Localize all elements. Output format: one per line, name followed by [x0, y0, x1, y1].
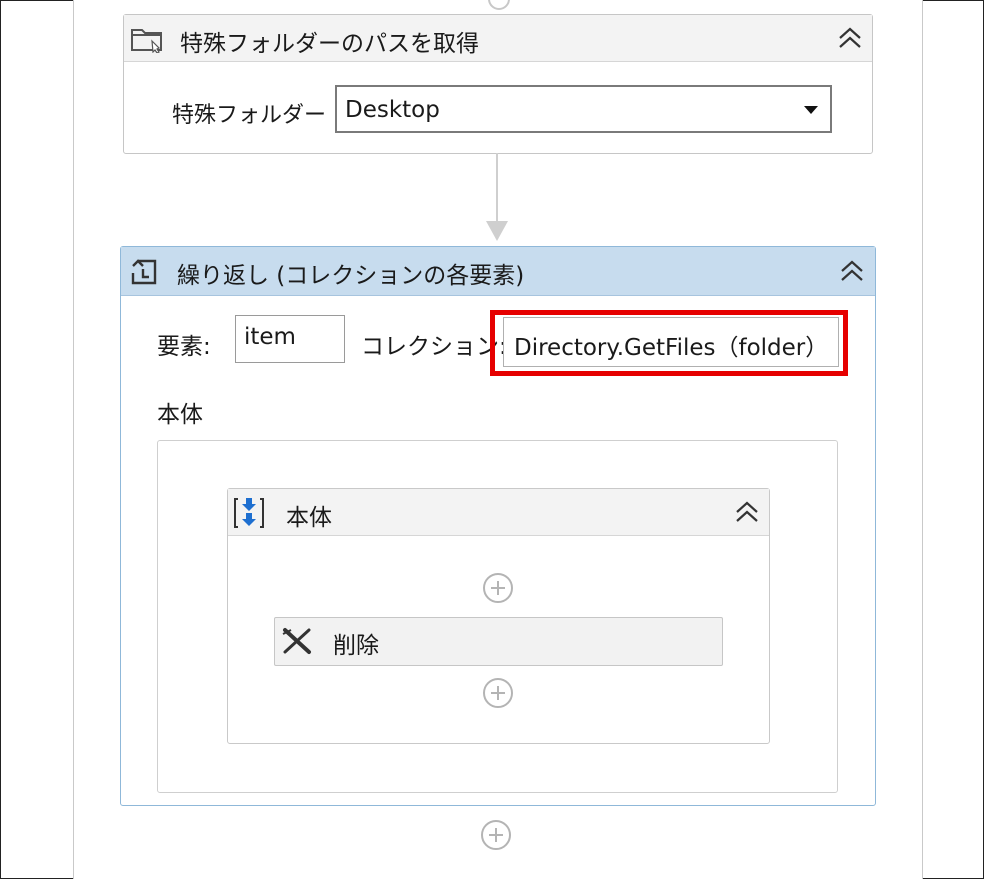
sequence-activity[interactable]: 本体 削除: [227, 488, 770, 744]
element-input[interactable]: item: [235, 315, 345, 363]
special-folder-dropdown[interactable]: Desktop: [335, 85, 832, 133]
add-activity-icon[interactable]: [483, 678, 513, 708]
body-label: 本体: [157, 402, 203, 428]
collapse-icon[interactable]: [837, 25, 863, 51]
loop-icon: [129, 257, 159, 291]
collection-label: コレクション:: [361, 334, 507, 360]
special-folder-label: 特殊フォルダー: [172, 103, 327, 128]
delete-x-icon: [281, 626, 313, 660]
sequence-icon: [232, 496, 266, 534]
body-container[interactable]: 本体 削除: [157, 440, 838, 793]
folder-icon: [130, 25, 164, 57]
sequence-title: 本体: [286, 505, 332, 531]
activity-header[interactable]: 特殊フォルダーのパスを取得: [124, 15, 872, 62]
activity-title: 繰り返し (コレクションの各要素): [177, 263, 525, 289]
element-input-value: item: [244, 324, 296, 350]
collapse-icon[interactable]: [734, 499, 760, 525]
delete-title: 削除: [333, 633, 379, 659]
arrow-down-icon: [486, 221, 508, 241]
dropdown-value: Desktop: [345, 97, 440, 123]
collapse-icon[interactable]: [839, 258, 865, 284]
activity-title: 特殊フォルダーのパスを取得: [180, 31, 479, 57]
add-activity-icon[interactable]: [483, 573, 513, 603]
chevron-down-icon[interactable]: [804, 106, 818, 114]
element-label: 要素:: [157, 334, 211, 360]
activity-header[interactable]: 繰り返し (コレクションの各要素): [121, 247, 875, 296]
highlight-box: [490, 310, 848, 376]
delete-activity[interactable]: 削除: [274, 617, 723, 666]
add-activity-icon[interactable]: [481, 820, 511, 850]
get-special-folder-activity[interactable]: 特殊フォルダーのパスを取得 特殊フォルダー Desktop: [123, 14, 873, 154]
sequence-header[interactable]: 本体: [228, 489, 769, 536]
connector-line: [496, 153, 498, 223]
foreach-activity[interactable]: 繰り返し (コレクションの各要素) 要素: item コレクション: Direc…: [120, 246, 876, 806]
